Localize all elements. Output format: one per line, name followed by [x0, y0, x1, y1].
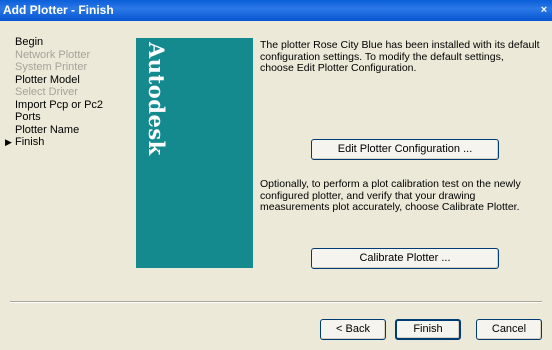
- step-label: Network Plotter: [15, 48, 91, 61]
- step-plotter-name: Plotter Name: [5, 124, 133, 137]
- close-icon[interactable]: ×: [538, 4, 550, 17]
- step-finish-current: ▶ Finish: [5, 136, 133, 149]
- install-message: The plotter Rose City Blue has been inst…: [260, 39, 540, 74]
- step-label: Finish: [15, 136, 45, 148]
- step-plotter-model: Plotter Model: [5, 74, 133, 87]
- calibrate-plotter-button[interactable]: Calibrate Plotter ...: [311, 248, 499, 269]
- step-system-printer: System Printer: [5, 61, 133, 74]
- cancel-button[interactable]: Cancel: [476, 319, 542, 340]
- step-label: Import Pcp or Pc2: [15, 98, 104, 111]
- step-label: System Printer: [15, 61, 88, 73]
- step-begin: Begin: [5, 36, 133, 49]
- step-label: Begin: [15, 36, 44, 48]
- add-plotter-dialog: Add Plotter - Finish × Begin Network Plo…: [0, 0, 552, 350]
- step-label: Plotter Name: [15, 123, 80, 136]
- edit-plotter-configuration-button[interactable]: Edit Plotter Configuration ...: [311, 139, 499, 160]
- calibration-message: Optionally, to perform a plot calibratio…: [260, 178, 521, 213]
- window-title: Add Plotter - Finish: [3, 3, 114, 17]
- autodesk-banner: Autodesk: [136, 38, 253, 268]
- step-label: Ports: [15, 111, 41, 123]
- step-import-pcp: Import Pcp or Pc2: [5, 99, 133, 112]
- step-select-driver: Select Driver: [5, 86, 133, 99]
- wizard-steps: Begin Network Plotter System Printer Plo…: [5, 36, 133, 149]
- autodesk-logo: Autodesk: [144, 42, 169, 156]
- step-network-plotter: Network Plotter: [5, 49, 133, 62]
- step-label: Plotter Model: [15, 73, 80, 86]
- title-bar: Add Plotter - Finish ×: [0, 0, 552, 21]
- step-ports: Ports: [5, 111, 133, 124]
- footer-divider: [10, 301, 542, 303]
- step-label: Select Driver: [15, 86, 78, 98]
- current-step-arrow-icon: ▶: [5, 137, 12, 147]
- finish-button[interactable]: Finish: [395, 319, 461, 340]
- back-button[interactable]: < Back: [320, 319, 386, 340]
